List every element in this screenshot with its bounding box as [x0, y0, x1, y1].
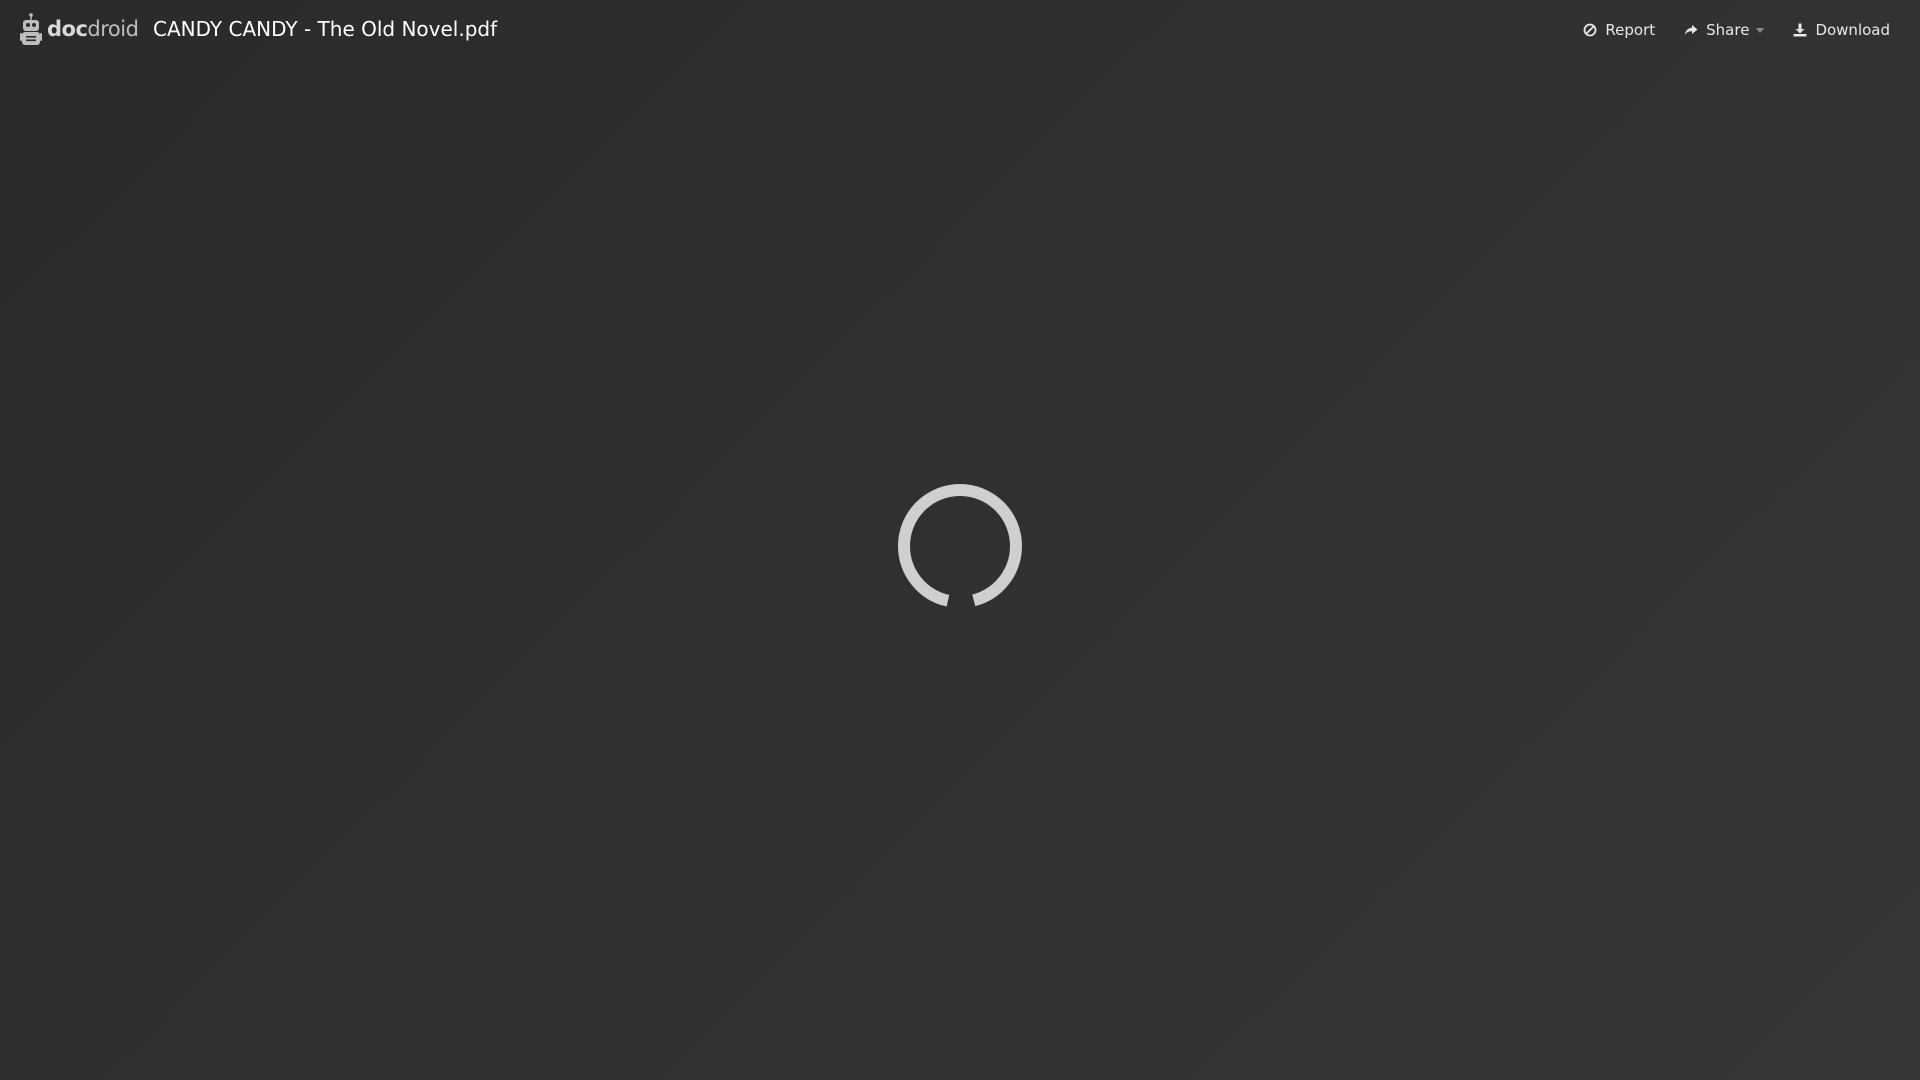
brand-name-light: droid — [87, 17, 139, 41]
ban-icon — [1584, 23, 1597, 37]
report-button[interactable]: Report — [1583, 14, 1655, 46]
document-title: CANDY CANDY - The Old Novel.pdf — [153, 17, 498, 41]
share-arrow-icon — [1684, 25, 1698, 35]
download-label: Download — [1815, 21, 1890, 39]
share-label: Share — [1706, 21, 1750, 39]
brand-name-bold: doc — [47, 17, 88, 41]
robot-logo-icon — [20, 13, 42, 45]
share-button[interactable]: Share — [1684, 14, 1765, 46]
download-icon — [1793, 23, 1807, 37]
brand-name: docdroid — [47, 17, 139, 41]
brand-logo-link[interactable]: docdroid — [20, 12, 139, 47]
report-label: Report — [1605, 21, 1656, 39]
download-button[interactable]: Download — [1793, 14, 1890, 46]
top-bar: docdroid CANDY CANDY - The Old Novel.pdf… — [0, 0, 1920, 59]
toolbar-actions: Report Share Download — [1554, 14, 1890, 46]
chevron-down-icon — [1756, 27, 1765, 33]
loading-spinner — [898, 484, 1022, 608]
